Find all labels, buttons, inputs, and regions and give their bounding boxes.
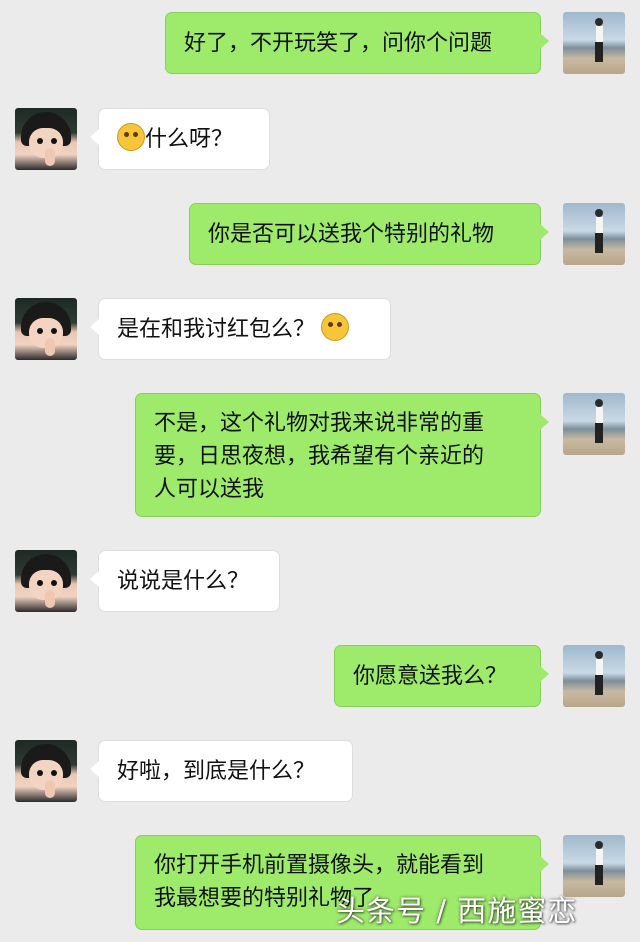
- message-text: 是在和我讨红包么？: [117, 317, 316, 342]
- contact-avatar[interactable]: [15, 108, 77, 170]
- message-text-line: 你打开手机前置摄像头，就能看到: [154, 853, 485, 878]
- my-avatar[interactable]: [563, 203, 625, 265]
- message-row: 是在和我讨红包么？: [0, 298, 640, 362]
- dizzy-face-icon: [117, 123, 145, 151]
- message-bubble-sent[interactable]: 你是否可以送我个特别的礼物: [189, 203, 549, 265]
- my-avatar[interactable]: [563, 393, 625, 455]
- message-text: 你是否可以送我个特别的礼物: [208, 222, 495, 247]
- message-bubble-received[interactable]: 说说是什么？: [90, 550, 280, 612]
- message-row: 好啦，到底是什么？: [0, 740, 640, 804]
- message-bubble-sent[interactable]: 好了，不开玩笑了，问你个问题: [165, 12, 549, 74]
- message-row: 你愿意送我么？: [0, 645, 640, 709]
- my-avatar[interactable]: [563, 12, 625, 74]
- message-bubble-received[interactable]: 什么呀？: [90, 108, 270, 170]
- message-text-line: 不是，这个礼物对我来说非常的重: [154, 411, 485, 436]
- message-row: 你是否可以送我个特别的礼物: [0, 203, 640, 267]
- message-text: 你愿意送我么？: [353, 664, 508, 689]
- watermark: 头条号 / 西施蜜恋: [336, 894, 578, 928]
- message-bubble-sent[interactable]: 你愿意送我么？: [334, 645, 549, 707]
- message-row: 说说是什么？: [0, 550, 640, 614]
- message-bubble-received[interactable]: 好啦，到底是什么？: [90, 740, 353, 802]
- thinking-face-icon: [321, 313, 350, 341]
- message-row: 好了，不开玩笑了，问你个问题: [0, 12, 640, 76]
- my-avatar[interactable]: [563, 645, 625, 707]
- message-bubble-received[interactable]: 是在和我讨红包么？: [90, 298, 391, 360]
- message-text: 好啦，到底是什么？: [117, 759, 316, 784]
- message-row: 不是，这个礼物对我来说非常的重 要，日思夜想，我希望有个亲近的 人可以送我: [0, 393, 640, 519]
- message-text-line: 人可以送我: [154, 477, 265, 502]
- message-row: 什么呀？: [0, 108, 640, 172]
- contact-avatar[interactable]: [15, 298, 77, 360]
- message-text-line: 要，日思夜想，我希望有个亲近的: [154, 444, 485, 469]
- message-bubble-sent[interactable]: 不是，这个礼物对我来说非常的重 要，日思夜想，我希望有个亲近的 人可以送我: [135, 393, 549, 517]
- message-text: 什么呀？: [145, 127, 234, 152]
- contact-avatar[interactable]: [15, 740, 77, 802]
- message-text: 好了，不开玩笑了，问你个问题: [184, 31, 493, 56]
- message-text: 说说是什么？: [117, 569, 250, 594]
- contact-avatar[interactable]: [15, 550, 77, 612]
